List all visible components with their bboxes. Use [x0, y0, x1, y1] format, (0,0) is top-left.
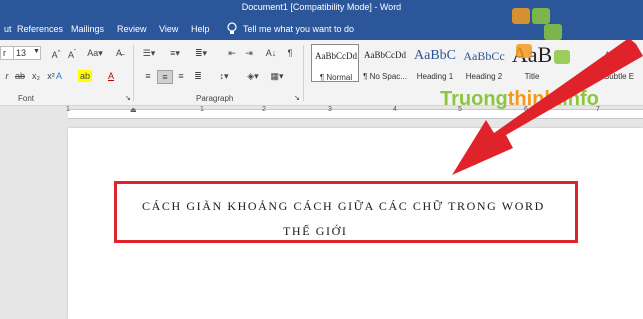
paragraph-group-label: Paragraph [196, 94, 234, 103]
shrink-font-icon[interactable]: Aˇ [65, 47, 79, 60]
align-right-icon[interactable]: ≡ [174, 70, 188, 82]
style-normal[interactable]: AaBbCcDd ¶ Normal [311, 44, 359, 82]
tell-me-search[interactable]: Tell me what you want to do [243, 24, 354, 34]
ruler-number: 1 [66, 106, 70, 113]
sort-icon[interactable]: A↓ [264, 47, 278, 59]
paragraph-dialog-launcher-icon[interactable]: ↘ [294, 94, 300, 102]
bullets-icon[interactable]: ☰▾ [140, 47, 158, 59]
logo-orange-square [512, 8, 530, 24]
text-effects-icon[interactable]: A [52, 70, 66, 82]
justify-icon[interactable]: ≣ [191, 70, 205, 82]
clear-formatting-icon[interactable]: A̶ [112, 47, 126, 59]
heading-line-1[interactable]: CÁCH GIÃN KHOẢNG CÁCH GIỮA CÁC CHỮ TRONG… [142, 199, 545, 214]
tab-references[interactable]: References [17, 24, 63, 34]
style-sample: AaBbCcDd [364, 50, 406, 60]
grow-font-icon[interactable]: A^ [49, 47, 63, 60]
subscript-icon[interactable]: x₂ [29, 70, 43, 82]
lightbulb-icon [227, 22, 237, 34]
shading-icon[interactable]: ◈▾ [244, 70, 262, 82]
ruler-indent-marker[interactable]: ⏏ [130, 106, 137, 114]
red-arrow-annotation [452, 40, 643, 175]
chevron-down-icon[interactable]: ▼ [33, 48, 40, 55]
heading-line-2[interactable]: THẾ GIỚI [283, 224, 347, 239]
style-label: ¶ Normal [319, 73, 353, 82]
multilevel-list-icon[interactable]: ≣▾ [192, 47, 210, 59]
tab-help[interactable]: Help [191, 24, 210, 34]
arrow-shape [452, 40, 643, 175]
ruler-number: 1 [200, 106, 204, 113]
logo-green-square [532, 8, 550, 24]
style-no-spacing[interactable]: AaBbCcDd ¶ No Spac... [361, 44, 409, 82]
style-sample: AaBbCcDd [315, 51, 357, 61]
font-group-label: Font [18, 94, 35, 103]
group-divider [303, 45, 304, 101]
ruler-number: 4 [393, 106, 397, 113]
style-label: ¶ No Spac... [363, 72, 407, 81]
font-size-value: 13 [16, 48, 27, 58]
change-case-icon[interactable]: Aa▾ [84, 47, 106, 59]
tab-review[interactable]: Review [117, 24, 147, 34]
align-center-icon[interactable]: ≡ [157, 70, 173, 84]
tab-view[interactable]: View [159, 24, 178, 34]
font-size-combobox[interactable]: 13 ▼ [13, 46, 41, 60]
borders-icon[interactable]: ▦▾ [268, 70, 286, 82]
logo-green-square [544, 24, 562, 40]
tab-mailings[interactable]: Mailings [71, 24, 104, 34]
group-divider [133, 45, 134, 101]
align-left-icon[interactable]: ≡ [141, 70, 155, 82]
increase-indent-icon[interactable]: ⇥ [242, 47, 256, 59]
highlighted-heading-box: CÁCH GIÃN KHOẢNG CÁCH GIỮA CÁC CHỮ TRONG… [114, 181, 578, 243]
font-dialog-launcher-icon[interactable]: ↘ [125, 94, 131, 102]
strikethrough-icon[interactable]: ab [13, 70, 27, 82]
highlight-icon[interactable]: ab [78, 70, 92, 82]
font-color-icon[interactable]: A [104, 70, 118, 82]
line-spacing-icon[interactable]: ↕▾ [215, 70, 233, 82]
font-name-value: r [3, 48, 6, 58]
numbering-icon[interactable]: ≡▾ [166, 47, 184, 59]
show-formatting-icon[interactable]: ¶ [283, 47, 297, 59]
menu-partial-tab[interactable]: ut [4, 24, 12, 34]
ruler-number: 2 [262, 106, 266, 113]
decrease-indent-icon[interactable]: ⇤ [225, 47, 239, 59]
italic-partial-icon[interactable]: r [0, 70, 14, 82]
ruler-number: 3 [328, 106, 332, 113]
